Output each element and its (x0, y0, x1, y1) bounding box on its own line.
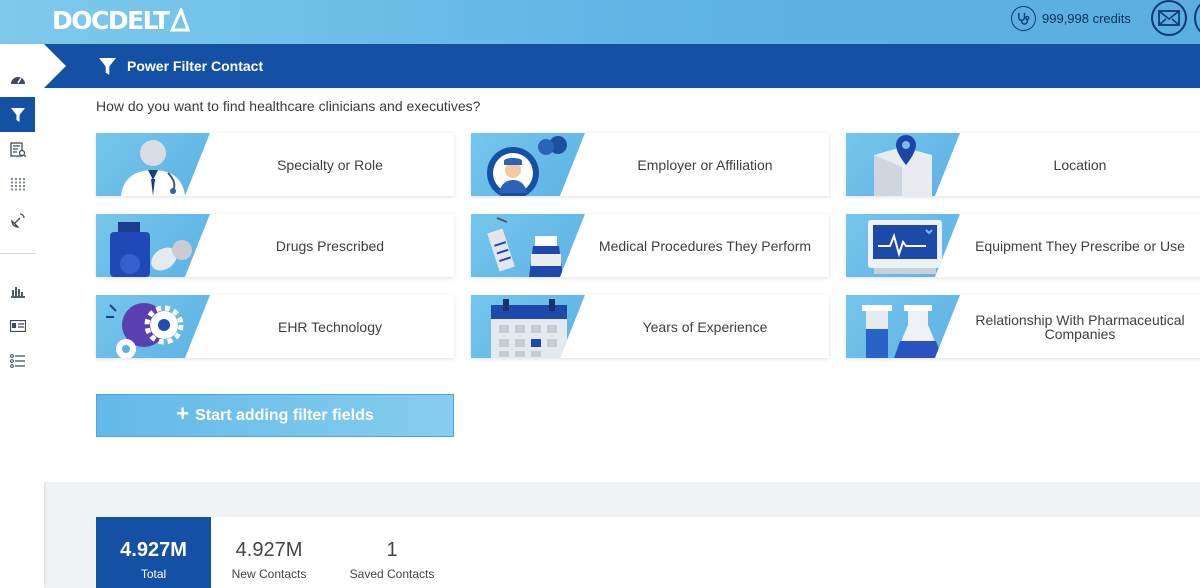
syringe-icon (471, 214, 585, 277)
filter-question: How do you want to find healthcare clini… (96, 98, 481, 114)
flask-icon (846, 295, 960, 358)
add-filter-fields-label: Start adding filter fields (195, 406, 374, 424)
filter-card-specialty[interactable]: Specialty or Role (96, 133, 454, 196)
logo[interactable]: DOCDELT (52, 5, 190, 35)
satellite-icon[interactable] (0, 202, 35, 237)
sliders-icon[interactable] (0, 167, 35, 202)
doctor-icon (96, 133, 210, 196)
logo-text: DOCDELT (52, 5, 170, 35)
dashboard-icon[interactable] (0, 62, 35, 97)
stat-saved-contacts[interactable]: 1 Saved Contacts (336, 517, 448, 588)
filter-card-label: Years of Experience (642, 318, 768, 335)
stethoscope-icon (1011, 5, 1036, 31)
filter-card-label: Specialty or Role (277, 156, 383, 173)
filter-card-equipment[interactable]: Equipment They Prescribe or Use (846, 214, 1200, 277)
filter-card-drugs[interactable]: Drugs Prescribed (96, 214, 454, 277)
stat-value: 4.927M (120, 539, 187, 561)
calendar-icon (471, 295, 585, 358)
stat-label: Total (140, 567, 167, 581)
filter-card-employer[interactable]: Employer or Affiliation (471, 133, 829, 196)
filter-card-label: Medical Procedures They Perform (598, 237, 812, 254)
filter-card-label: Location (1053, 156, 1107, 173)
add-filter-fields-button[interactable]: + Start adding filter fields (96, 394, 454, 437)
stat-total[interactable]: 4.927M Total (96, 517, 211, 588)
location-pin-icon (846, 133, 960, 196)
filter-card-label: Relationship With Pharmaceutical Compani… (975, 311, 1185, 342)
pill-bottle-icon (96, 214, 210, 277)
plus-icon: + (176, 401, 190, 426)
filter-card-pharma[interactable]: Relationship With Pharmaceutical Compani… (846, 295, 1200, 358)
filter-icon[interactable] (0, 97, 35, 132)
stat-label: New Contacts (231, 567, 307, 581)
delta-icon (169, 8, 190, 32)
filter-card-label: Equipment They Prescribe or Use (975, 237, 1185, 254)
credits-text: 999,998 credits (1042, 10, 1131, 26)
report-search-icon[interactable] (0, 132, 35, 167)
title-bar-notch (44, 44, 66, 88)
stat-label: Saved Contacts (349, 567, 435, 581)
stat-new-contacts[interactable]: 4.927M New Contacts (224, 517, 314, 588)
monitor-icon (846, 214, 960, 277)
filter-card-ehr[interactable]: EHR Technology (96, 295, 454, 358)
mail-icon[interactable] (1151, 0, 1187, 36)
filter-card-procedures[interactable]: Medical Procedures They Perform (471, 214, 829, 277)
top-header: DOCDELT 999,998 credits (0, 0, 1200, 44)
contact-stats: 4.927M Total 4.927M New Contacts 1 Saved… (96, 517, 1200, 588)
sidebar-divider (0, 253, 36, 254)
filter-card-label: Employer or Affiliation (637, 156, 773, 173)
filter-icon (99, 58, 116, 75)
left-sidebar (0, 44, 44, 588)
bar-chart-icon[interactable] (0, 273, 35, 308)
id-card-icon[interactable] (0, 308, 35, 343)
filter-panel: How do you want to find healthcare clini… (44, 88, 1200, 482)
user-menu-icon[interactable] (1194, 0, 1200, 36)
filter-card-label: EHR Technology (277, 318, 383, 335)
filter-card-experience[interactable]: Years of Experience (471, 295, 829, 358)
gears-icon (96, 295, 210, 358)
credits-indicator[interactable]: 999,998 credits (1011, 4, 1131, 32)
stat-value: 1 (386, 539, 398, 561)
stat-value: 4.927M (235, 539, 303, 561)
filter-card-label: Drugs Prescribed (275, 237, 385, 254)
page-title: Power Filter Contact (127, 58, 264, 74)
filter-card-location[interactable]: Location (846, 133, 1200, 196)
team-icon (471, 133, 585, 196)
page-title-bar: Power Filter Contact (44, 44, 1200, 88)
list-icon[interactable] (0, 343, 35, 378)
